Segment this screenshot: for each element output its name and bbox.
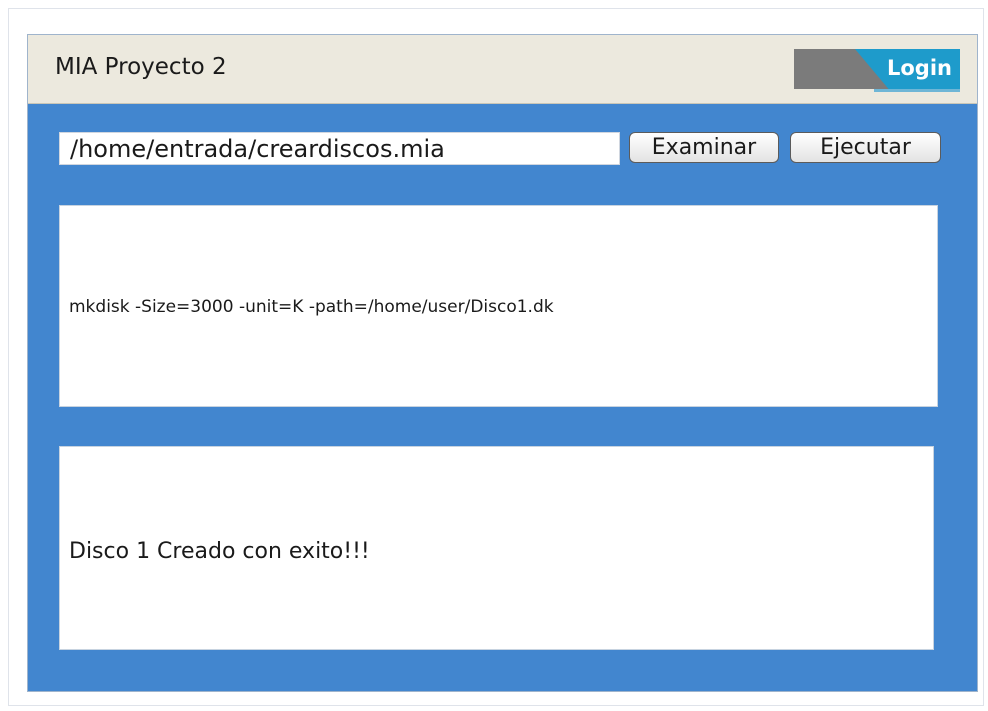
file-path-input[interactable] [59, 132, 620, 165]
run-button[interactable]: Ejecutar [790, 132, 941, 163]
browse-button[interactable]: Examinar [629, 132, 779, 163]
app-window: MIA Proyecto 2 Login Examinar Ejecutar m… [27, 34, 978, 692]
output-text: Disco 1 Creado con exito!!! [69, 539, 370, 564]
login-area: Login [794, 49, 960, 92]
output-panel: Disco 1 Creado con exito!!! [59, 446, 934, 650]
title-bar: MIA Proyecto 2 Login [28, 35, 977, 104]
command-panel[interactable]: mkdisk -Size=3000 -unit=K -path=/home/us… [59, 205, 938, 407]
command-text: mkdisk -Size=3000 -unit=K -path=/home/us… [69, 297, 554, 317]
login-label: Login [887, 56, 952, 80]
app-title: MIA Proyecto 2 [55, 54, 227, 80]
login-underline [874, 89, 960, 92]
